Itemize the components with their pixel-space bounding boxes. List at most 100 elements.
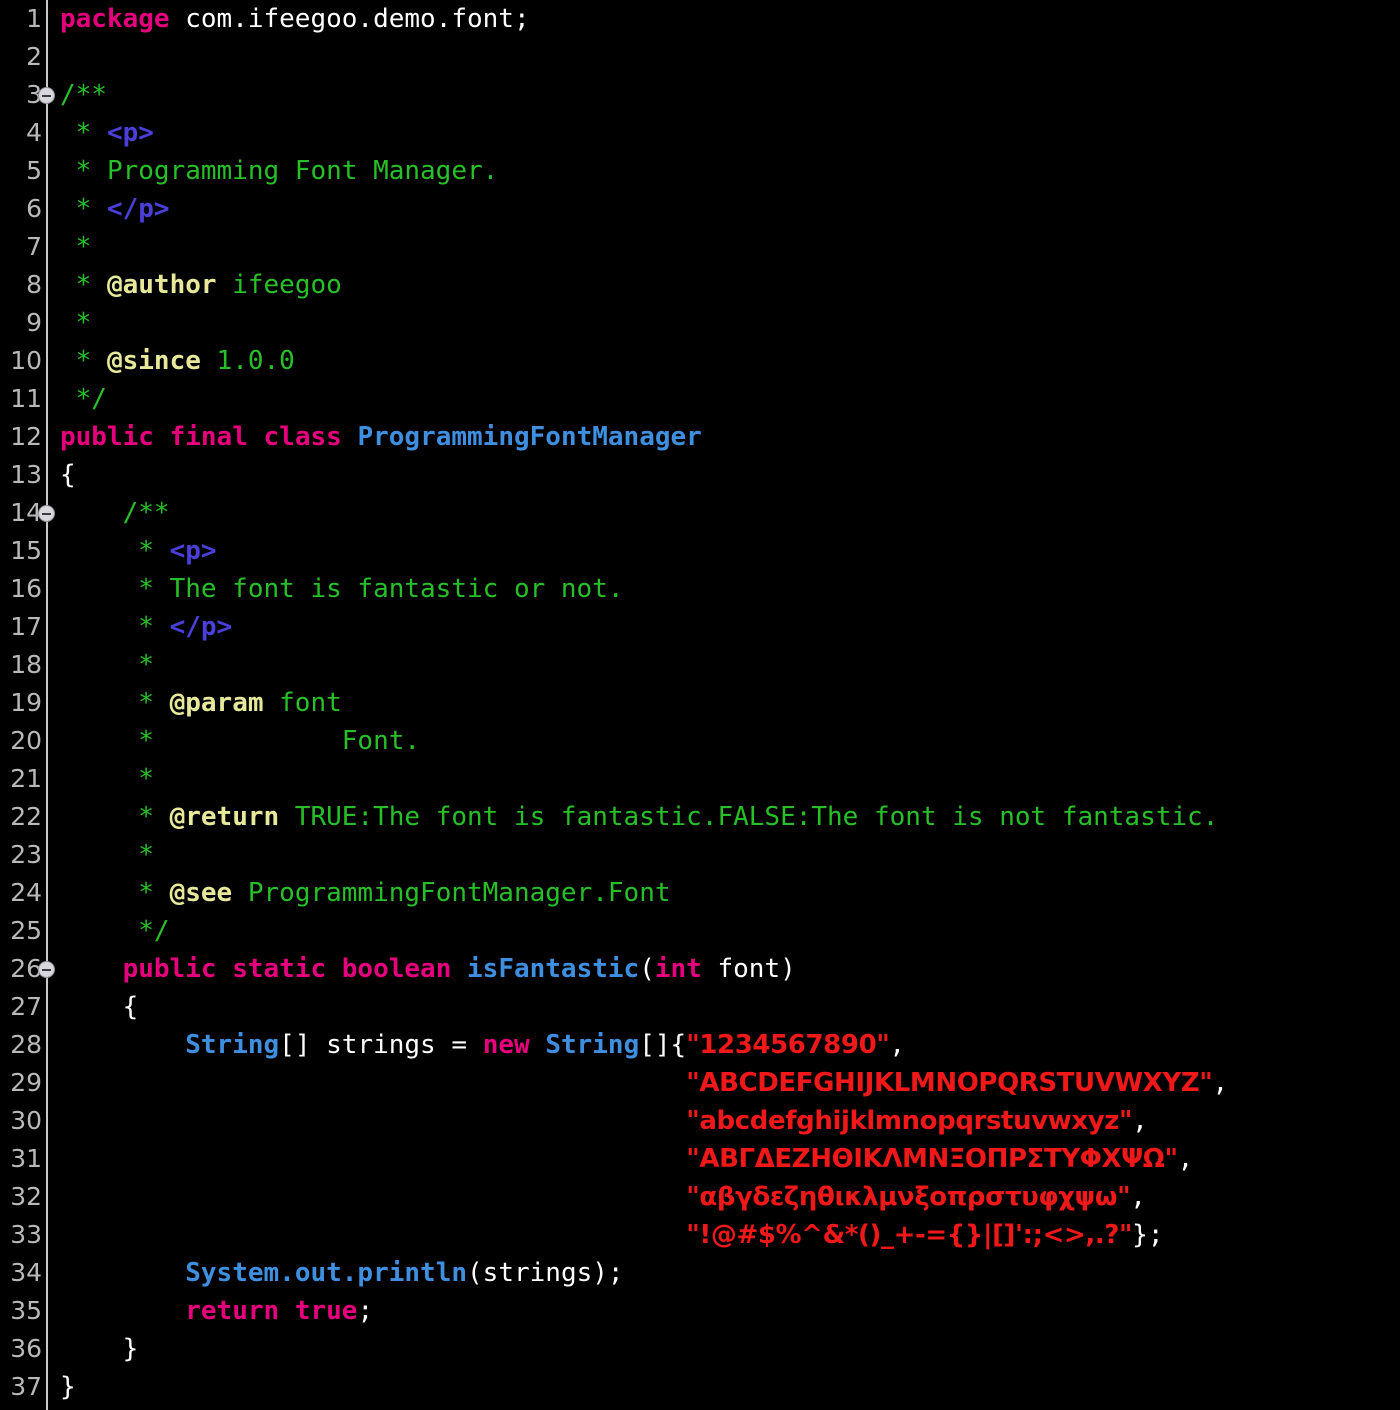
line-number-row[interactable]: 31 — [0, 1140, 46, 1178]
line-number-row[interactable]: 2 — [0, 38, 46, 76]
code-line[interactable]: System.out.println(strings); — [60, 1254, 1400, 1292]
line-number-row[interactable]: 25 — [0, 912, 46, 950]
code-line[interactable]: * Programming Font Manager. — [60, 152, 1400, 190]
code-content-area[interactable]: package com.ifeegoo.demo.font; /** * <p>… — [60, 0, 1400, 1410]
code-line[interactable]: * — [60, 304, 1400, 342]
code-line[interactable]: */ — [60, 380, 1400, 418]
line-number-row[interactable]: 34 — [0, 1254, 46, 1292]
line-number-row[interactable]: 23 — [0, 836, 46, 874]
line-number-row[interactable]: 21 — [0, 760, 46, 798]
code-editor[interactable]: 1 2 3 4 5 6 7 8 9 10 11 12 13 14 15 16 1… — [0, 0, 1400, 1410]
code-line[interactable]: /** — [60, 494, 1400, 532]
punctuation-token — [436, 1068, 452, 1098]
code-line[interactable]: /** — [60, 76, 1400, 114]
code-line[interactable]: } — [60, 1368, 1400, 1406]
punctuation-token — [451, 1182, 467, 1212]
code-line[interactable]: * </p> — [60, 608, 1400, 646]
punctuation-token — [264, 1144, 280, 1174]
code-line[interactable]: * Font. — [60, 722, 1400, 760]
code-line[interactable]: */ — [60, 912, 1400, 950]
type-token: System.out.println — [185, 1258, 468, 1288]
line-number-row[interactable]: 20 — [0, 722, 46, 760]
code-line[interactable]: public final class ProgrammingFontManage… — [60, 418, 1400, 456]
line-number: 34 — [10, 1258, 42, 1287]
code-line[interactable]: "ΑΒΓΔΕΖΗΘΙΚΛΜΝΞΟΠΡΣΤΥΦΧΨΩ", — [60, 1140, 1400, 1178]
code-line[interactable]: * </p> — [60, 190, 1400, 228]
code-line[interactable]: return true; — [60, 1292, 1400, 1330]
line-number-row[interactable]: 11 — [0, 380, 46, 418]
line-number-row[interactable]: 27 — [0, 988, 46, 1026]
line-number-row[interactable]: 28 — [0, 1026, 46, 1064]
line-number-row[interactable]: 33 — [0, 1216, 46, 1254]
line-number-row[interactable]: 24 — [0, 874, 46, 912]
punctuation-token — [655, 1182, 671, 1212]
line-number-row[interactable]: 12 — [0, 418, 46, 456]
punctuation-token — [608, 1144, 624, 1174]
line-number-row[interactable]: 29 — [0, 1064, 46, 1102]
line-number-row[interactable]: 17 — [0, 608, 46, 646]
comment-text: * — [60, 118, 107, 148]
line-number: 37 — [10, 1372, 42, 1401]
line-number-row[interactable]: 15 — [0, 532, 46, 570]
line-number-row[interactable]: 9 — [0, 304, 46, 342]
code-line[interactable]: } — [60, 1330, 1400, 1368]
code-line[interactable]: "ABCDEFGHIJKLMNOPQRSTUVWXYZ", — [60, 1064, 1400, 1102]
line-number-row[interactable]: 13 — [0, 456, 46, 494]
line-number-gutter[interactable]: 1 2 3 4 5 6 7 8 9 10 11 12 13 14 15 16 1… — [0, 0, 55, 1410]
line-number-row[interactable]: 7 — [0, 228, 46, 266]
line-number-row[interactable]: 18 — [0, 646, 46, 684]
code-line[interactable]: * @since 1.0.0 — [60, 342, 1400, 380]
line-number-row[interactable]: 4 — [0, 114, 46, 152]
punctuation-token — [420, 1182, 436, 1212]
code-line[interactable]: * — [60, 228, 1400, 266]
line-number-row[interactable]: 35 — [0, 1292, 46, 1330]
code-line[interactable]: * @author ifeegoo — [60, 266, 1400, 304]
code-line[interactable]: * The font is fantastic or not. — [60, 570, 1400, 608]
code-line[interactable]: * @param font — [60, 684, 1400, 722]
code-line[interactable]: * — [60, 646, 1400, 684]
fold-collapse-icon[interactable] — [38, 505, 55, 522]
code-line[interactable]: String[] strings = new String[]{"1234567… — [60, 1026, 1400, 1064]
line-number-row[interactable]: 16 — [0, 570, 46, 608]
punctuation-token — [60, 1144, 76, 1174]
line-number-row[interactable]: 32 — [0, 1178, 46, 1216]
fold-collapse-icon[interactable] — [38, 87, 55, 104]
punctuation-token — [545, 1106, 561, 1136]
code-line[interactable]: { — [60, 988, 1400, 1026]
line-number-row[interactable]: 1 — [0, 0, 46, 38]
punctuation-token: ( — [639, 954, 655, 984]
line-number-row[interactable]: 5 — [0, 152, 46, 190]
line-number: 29 — [10, 1068, 42, 1097]
punctuation-token — [170, 1144, 186, 1174]
code-line[interactable]: package com.ifeegoo.demo.font; — [60, 0, 1400, 38]
line-number-row[interactable]: 6 — [0, 190, 46, 228]
line-number-row[interactable]: 22 — [0, 798, 46, 836]
line-number-row[interactable]: 26 — [0, 950, 55, 988]
code-line[interactable]: * <p> — [60, 532, 1400, 570]
line-number-row[interactable]: 36 — [0, 1330, 46, 1368]
line-number: 8 — [26, 270, 42, 299]
code-line[interactable]: { — [60, 456, 1400, 494]
code-line[interactable] — [60, 38, 1400, 76]
code-line[interactable]: * — [60, 760, 1400, 798]
punctuation-token: , — [889, 1030, 906, 1060]
line-number-row[interactable]: 3 — [0, 76, 55, 114]
code-line[interactable]: "αβγδεζηθικλμνξοπρστυφχψω", — [60, 1178, 1400, 1216]
fold-collapse-icon[interactable] — [38, 961, 55, 978]
line-number-row[interactable]: 8 — [0, 266, 46, 304]
type-token: String — [185, 1030, 280, 1060]
code-line[interactable]: "!@#$%^&*()_+-={}|[]':;<>,.?"}; — [60, 1216, 1400, 1254]
code-line[interactable]: * — [60, 836, 1400, 874]
punctuation-token: ] — [654, 1030, 671, 1060]
code-line[interactable]: public static boolean isFantastic(int fo… — [60, 950, 1400, 988]
code-line[interactable]: "abcdefghijklmnopqrstuvwxyz", — [60, 1102, 1400, 1140]
line-number-row[interactable]: 10 — [0, 342, 46, 380]
line-number-row[interactable]: 19 — [0, 684, 46, 722]
punctuation-token — [311, 1068, 327, 1098]
line-number-row[interactable]: 14 — [0, 494, 55, 532]
code-line[interactable]: * <p> — [60, 114, 1400, 152]
line-number-row[interactable]: 30 — [0, 1102, 46, 1140]
line-number-row[interactable]: 37 — [0, 1368, 46, 1406]
code-line[interactable]: * @return TRUE:The font is fantastic.FAL… — [60, 798, 1400, 836]
code-line[interactable]: * @see ProgrammingFontManager.Font — [60, 874, 1400, 912]
